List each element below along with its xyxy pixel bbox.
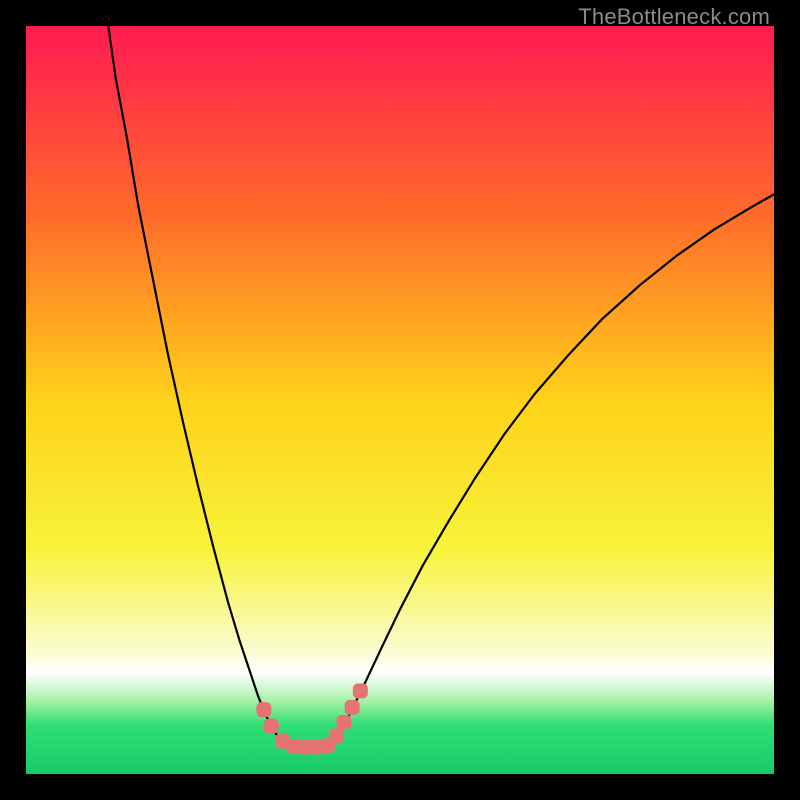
trough-marker bbox=[329, 728, 344, 743]
chart-svg bbox=[26, 26, 774, 774]
trough-marker bbox=[336, 715, 351, 730]
trough-marker bbox=[353, 683, 368, 698]
watermark-text: TheBottleneck.com bbox=[578, 4, 770, 30]
chart-frame bbox=[26, 26, 774, 774]
chart-background bbox=[26, 26, 774, 774]
trough-marker bbox=[264, 719, 279, 734]
trough-marker bbox=[345, 700, 360, 715]
trough-marker bbox=[256, 702, 271, 717]
